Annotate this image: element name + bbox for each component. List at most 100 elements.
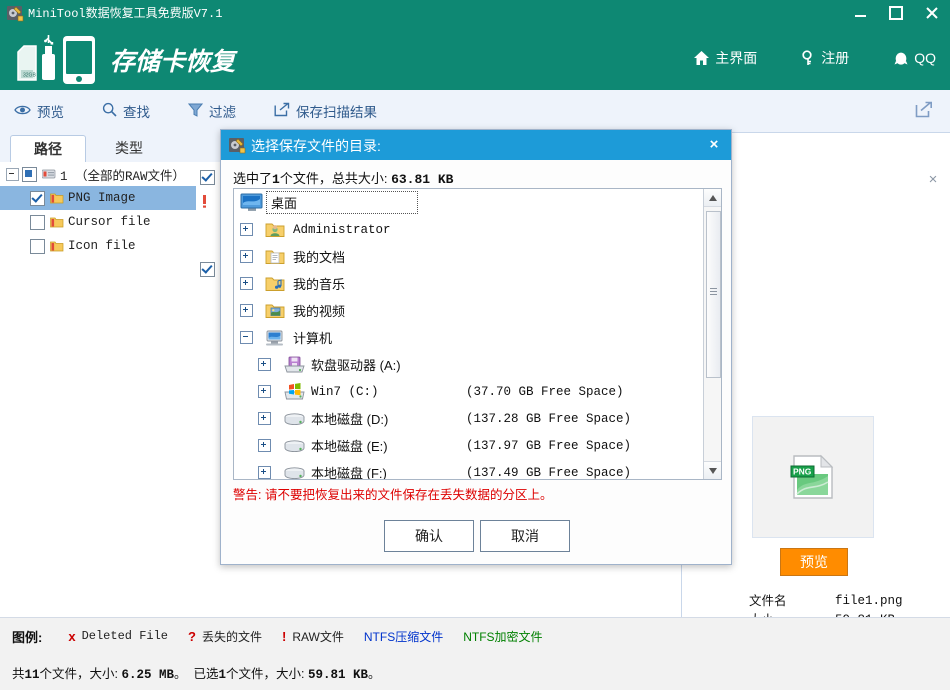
dialog-selection-size: 63.81 KB [391, 172, 454, 187]
dir-row-floppy-a[interactable]: 软盘驱动器 (A:) [234, 351, 703, 378]
expand-icon[interactable] [240, 223, 253, 236]
dir-row-desktop[interactable]: 桌面 [234, 189, 703, 216]
dir-label: Win7 (C:) [311, 384, 379, 399]
root-checkbox[interactable] [22, 166, 37, 182]
expand-icon[interactable] [240, 277, 253, 290]
directory-tree[interactable]: 桌面 Administrator 我的文档 我的音乐 我的视频 计算机 软盘驱动… [233, 188, 722, 480]
expand-icon[interactable] [240, 304, 253, 317]
tree-item-cursor-file[interactable]: Cursor file [0, 210, 196, 234]
collapse-toggle-icon[interactable] [6, 167, 19, 181]
dir-row-drive-c[interactable]: Win7 (C:) (37.70 GB Free Space) [234, 378, 703, 405]
maximize-button[interactable] [878, 0, 914, 26]
tab-type[interactable]: 类型 [92, 135, 166, 162]
dir-label: 本地磁盘 (F:) [311, 466, 387, 479]
nav-register-label: 注册 [821, 50, 850, 66]
legend-title: 图例: [12, 629, 43, 645]
dir-row-administrator[interactable]: Administrator [234, 216, 703, 243]
path-tree-panel: 1 （全部的RAW文件） PNG Image Cursor file Icon … [0, 162, 197, 617]
dir-row-drive-e[interactable]: 本地磁盘 (E:) (137.97 GB Free Space) [234, 432, 703, 459]
file-row-checkbox[interactable] [200, 262, 215, 277]
scroll-up-arrow-icon[interactable] [704, 189, 721, 207]
legend-bar: 图例: x Deleted File ? 丢失的文件 ! RAW文件 NTFS压… [0, 617, 950, 654]
status-selected-prefix: 已选 [193, 667, 219, 681]
video-folder-icon [265, 302, 287, 320]
toolbar-filter-label: 过滤 [209, 105, 236, 120]
nav-home[interactable]: 主界面 [693, 48, 757, 68]
dir-row-drive-d[interactable]: 本地磁盘 (D:) (137.28 GB Free Space) [234, 405, 703, 432]
select-all-checkbox[interactable] [200, 170, 215, 185]
music-folder-icon [265, 275, 287, 293]
preview-close-icon[interactable]: × [925, 172, 941, 188]
tree-root-row[interactable]: 1 （全部的RAW文件） [0, 162, 196, 186]
minimize-button[interactable] [842, 0, 878, 26]
dir-row-my-videos[interactable]: 我的视频 [234, 297, 703, 324]
toolbar-search-button[interactable]: 查找 [96, 97, 156, 125]
tree-item-png-image[interactable]: PNG Image [0, 186, 196, 210]
hard-drive-icon [283, 410, 307, 428]
status-selected-size: 59.81 KB [307, 668, 368, 682]
scrollbar-grip-icon [710, 288, 717, 295]
file-thumbnail: PNG [752, 416, 874, 538]
tree-item-label: PNG Image [68, 191, 136, 205]
status-selected-count: 1 [218, 668, 227, 682]
directory-tree-scrollbar[interactable] [703, 189, 721, 479]
meta-key: 文件名 [749, 594, 787, 608]
cursor-file-checkbox[interactable] [30, 214, 45, 230]
status-selected-suffix: 。 [368, 667, 381, 681]
home-icon [693, 50, 710, 66]
expand-icon[interactable] [258, 358, 271, 371]
close-button[interactable] [914, 0, 950, 26]
legend-label: NTFS压缩文件 [363, 629, 444, 644]
dir-row-my-documents[interactable]: 我的文档 [234, 243, 703, 270]
title-bar: MiniTool数据恢复工具免费版V7.1 [0, 0, 950, 26]
computer-icon [265, 329, 287, 347]
dialog-warning-text: 警告: 请不要把恢复出来的文件保存在丢失数据的分区上。 [233, 488, 553, 502]
raw-file-mark-icon: ! [281, 628, 287, 644]
dialog-close-icon[interactable]: × [705, 136, 723, 154]
export-icon [274, 102, 290, 120]
collapse-icon[interactable] [240, 331, 253, 344]
toolbar-export-button[interactable] [912, 99, 936, 123]
file-list-row[interactable] [200, 194, 218, 208]
dir-free-space: (137.28 GB Free Space) [466, 411, 632, 426]
dir-label: 我的视频 [293, 304, 346, 319]
scroll-down-arrow-icon[interactable] [704, 461, 721, 479]
expand-icon[interactable] [258, 466, 271, 479]
dir-row-drive-f[interactable]: 本地磁盘 (F:) (137.49 GB Free Space) [234, 459, 703, 479]
dialog-confirm-button[interactable]: 确认 [384, 520, 474, 552]
icon-file-checkbox[interactable] [30, 238, 45, 254]
dir-label: 本地磁盘 (E:) [311, 439, 388, 454]
toolbar-filter-button[interactable]: 过滤 [182, 97, 242, 125]
status-total-size: 6.25 MB [121, 668, 175, 682]
nav-qq[interactable]: QQ [893, 50, 936, 66]
png-image-checkbox[interactable] [30, 190, 45, 206]
dialog-selection-count: 1 [272, 172, 280, 187]
legend-label: 丢失的文件 [201, 629, 262, 644]
toolbar-save-scan-button[interactable]: 保存扫描结果 [268, 97, 383, 125]
raw-partition-icon [41, 167, 56, 181]
expand-icon[interactable] [240, 250, 253, 263]
scrollbar-thumb[interactable] [706, 211, 721, 378]
legend-label: RAW文件 [292, 629, 344, 644]
expand-icon[interactable] [258, 412, 271, 425]
preview-button[interactable]: 预览 [780, 548, 848, 576]
search-icon [102, 102, 117, 120]
toolbar-preview-button[interactable]: 预览 [8, 97, 70, 125]
expand-icon[interactable] [258, 385, 271, 398]
expand-icon[interactable] [258, 439, 271, 452]
raw-folder-icon [50, 215, 64, 229]
brand-band: 32GB 存储卡恢复 主界面 注册 QQ [0, 26, 950, 90]
dir-row-computer[interactable]: 计算机 [234, 324, 703, 351]
nav-register[interactable]: 注册 [801, 48, 849, 68]
dialog-cancel-button[interactable]: 取消 [480, 520, 570, 552]
header-nav: 主界面 注册 QQ [693, 26, 936, 90]
dir-row-my-music[interactable]: 我的音乐 [234, 270, 703, 297]
file-list-row[interactable] [200, 262, 220, 277]
app-icon [6, 4, 24, 22]
tree-item-icon-file[interactable]: Icon file [0, 234, 196, 258]
tab-path[interactable]: 路径 [10, 135, 86, 164]
floppy-drive-icon [283, 356, 307, 374]
penguin-icon [893, 50, 909, 66]
status-total-suffix: 。 [174, 667, 187, 681]
toolbar-search-label: 查找 [123, 105, 150, 120]
